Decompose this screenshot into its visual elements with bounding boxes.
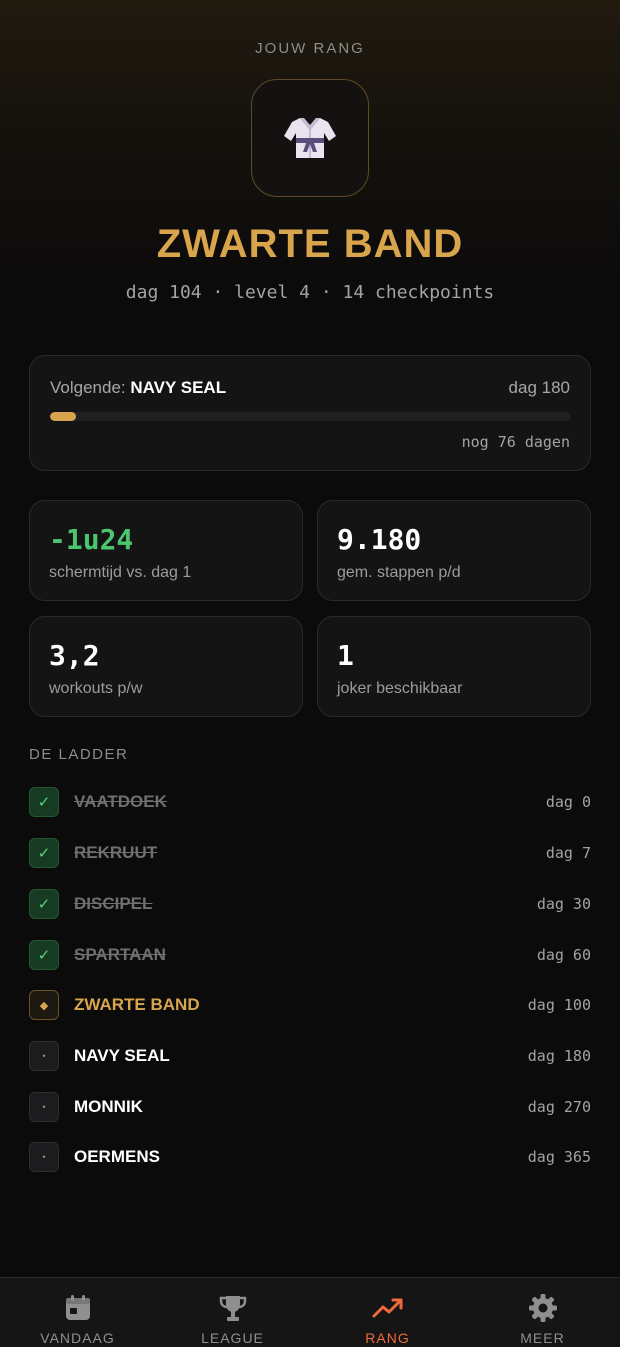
stat-card-steps: 9.180 gem. stappen p/d <box>317 500 591 601</box>
stat-card-workouts: 3,2 workouts p/w <box>29 616 303 717</box>
ladder-item-day: dag 60 <box>536 946 591 964</box>
tab-label: MEER <box>520 1330 565 1346</box>
ladder-item-name: NAVY SEAL <box>74 1046 170 1065</box>
stat-label: workouts p/w <box>49 680 143 697</box>
ladder-heading: DE LADDER <box>29 746 129 763</box>
tab-vandaag[interactable]: VANDAAG <box>0 1278 155 1347</box>
stat-card-joker: 1 joker beschikbaar <box>317 616 591 717</box>
tab-label: RANG <box>365 1330 410 1346</box>
ladder-item: ✓ VAATDOEK dag 0 <box>29 787 591 817</box>
dot-icon: • <box>29 1092 59 1122</box>
ladder-item-name: VAATDOEK <box>74 792 167 811</box>
stat-value: -1u24 <box>49 523 134 556</box>
rank-screen: JOUW RANG ZWARTE BAND dag 104 · level 4 … <box>0 0 620 1347</box>
stat-card-screentime: -1u24 schermtijd vs. dag 1 <box>29 500 303 601</box>
ladder-item-day: dag 365 <box>527 1148 591 1166</box>
stat-label: gem. stappen p/d <box>337 564 461 581</box>
ladder-item: ✓ REKRUUT dag 7 <box>29 838 591 868</box>
stat-value: 9.180 <box>337 523 422 556</box>
tab-league[interactable]: LEAGUE <box>155 1278 310 1347</box>
gear-icon <box>526 1291 560 1325</box>
next-rank-prefix: Volgende: <box>50 378 131 397</box>
days-remaining: nog 76 dagen <box>461 433 570 451</box>
rank-section-label: JOUW RANG <box>255 40 365 57</box>
checkmark-icon: ✓ <box>29 838 59 868</box>
ladder-item-name: DISCIPEL <box>74 894 153 913</box>
trophy-icon <box>216 1291 250 1325</box>
next-rank-card: Volgende: NAVY SEAL dag 180 nog 76 dagen <box>29 355 591 471</box>
dot-icon: • <box>29 1041 59 1071</box>
ladder-item: • MONNIK dag 270 <box>29 1092 591 1122</box>
rank-meta: dag 104 · level 4 · 14 checkpoints <box>125 282 495 303</box>
ladder-item-day: dag 180 <box>527 1047 591 1065</box>
next-rank-progress-fill <box>50 412 77 421</box>
ladder-item-current: ◆ ZWARTE BAND dag 100 <box>29 990 591 1020</box>
ladder-item-name: ZWARTE BAND <box>74 995 200 1014</box>
next-rank-name: NAVY SEAL <box>130 378 227 397</box>
tab-rang[interactable]: RANG <box>310 1278 465 1347</box>
next-rank-progress <box>50 412 571 421</box>
ladder-item-name: MONNIK <box>74 1097 143 1116</box>
diamond-icon: ◆ <box>29 990 59 1020</box>
ladder-item-name: SPARTAAN <box>74 945 166 964</box>
bottom-tab-bar: VANDAAG LEAGUE RANG MEER <box>0 1277 620 1347</box>
ladder-item-day: dag 30 <box>536 895 591 913</box>
next-rank-label: Volgende: NAVY SEAL <box>50 378 226 398</box>
ladder-item-day: dag 7 <box>545 844 591 862</box>
stat-value: 3,2 <box>49 639 100 672</box>
trending-up-icon <box>371 1291 405 1325</box>
calendar-icon <box>61 1291 95 1325</box>
ladder-item-name: OERMENS <box>74 1147 160 1166</box>
stat-label: schermtijd vs. dag 1 <box>49 564 192 581</box>
checkmark-icon: ✓ <box>29 940 59 970</box>
checkmark-icon: ✓ <box>29 787 59 817</box>
ladder-item: • NAVY SEAL dag 180 <box>29 1041 591 1071</box>
ladder-item: ✓ DISCIPEL dag 30 <box>29 889 591 919</box>
dot-icon: • <box>29 1142 59 1172</box>
ladder-item: • OERMENS dag 365 <box>29 1142 591 1172</box>
karate-gi-icon <box>284 118 336 158</box>
tab-label: VANDAAG <box>40 1330 115 1346</box>
ladder-item-name: REKRUUT <box>74 843 158 862</box>
checkmark-icon: ✓ <box>29 889 59 919</box>
next-rank-day: dag 180 <box>508 378 570 397</box>
ladder-item-day: dag 270 <box>527 1098 591 1116</box>
ladder-item: ✓ SPARTAAN dag 60 <box>29 940 591 970</box>
stat-value: 1 <box>337 639 354 672</box>
tab-meer[interactable]: MEER <box>465 1278 620 1347</box>
ladder-item-day: dag 100 <box>527 996 591 1014</box>
ladder-item-day: dag 0 <box>545 793 591 811</box>
rank-badge <box>251 79 369 197</box>
tab-label: LEAGUE <box>201 1330 264 1346</box>
current-rank-title: ZWARTE BAND <box>156 222 464 266</box>
stat-label: joker beschikbaar <box>337 680 463 697</box>
